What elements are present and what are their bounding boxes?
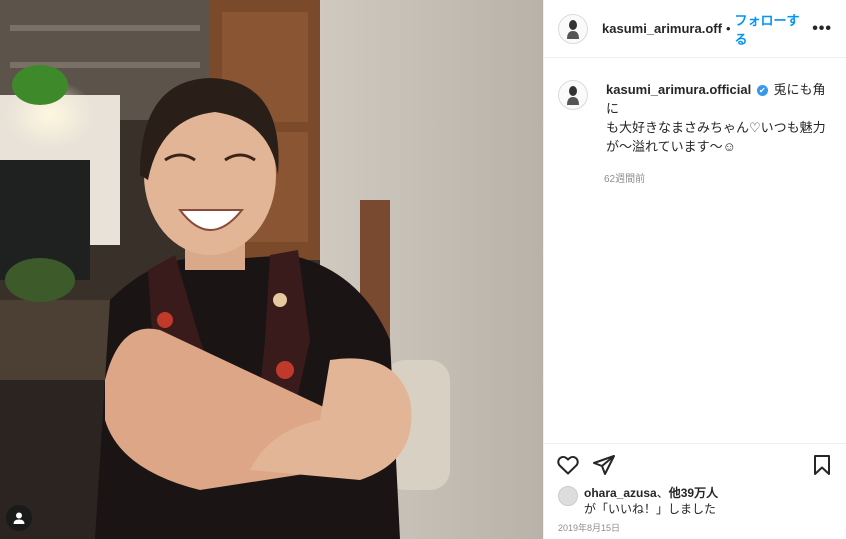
- verified-badge-icon: ✔: [756, 85, 768, 96]
- instagram-post: kasumi_arimura.off • フォローする ••• kasumi_a…: [0, 0, 846, 539]
- post-header: kasumi_arimura.off • フォローする •••: [544, 0, 846, 58]
- header-username[interactable]: kasumi_arimura.off: [602, 21, 722, 36]
- send-icon[interactable]: [592, 453, 616, 477]
- bookmark-icon[interactable]: [810, 453, 834, 477]
- separator-dot: •: [725, 21, 731, 36]
- likes-summary: ohara_azusa、他39万人 が「いいね！」しました: [544, 485, 846, 517]
- caption-text-line2: も大好きなまさみちゃん♡いつも魅力: [606, 120, 826, 135]
- post-date[interactable]: 2019年8月15日: [544, 517, 846, 539]
- avatar[interactable]: [558, 80, 588, 110]
- post-details-panel: kasumi_arimura.off • フォローする ••• kasumi_a…: [543, 0, 846, 539]
- caption-timestamp[interactable]: 62週間前: [604, 170, 832, 185]
- caption-body: kasumi_arimura.official ✔ 兎にも角に も大好きなまさみ…: [606, 80, 832, 156]
- user-tag-icon[interactable]: [6, 505, 32, 531]
- action-bar: [544, 443, 846, 485]
- likes-count[interactable]: 他39万人: [669, 486, 718, 500]
- caption: kasumi_arimura.official ✔ 兎にも角に も大好きなまさみ…: [558, 80, 832, 156]
- comments-section: kasumi_arimura.official ✔ 兎にも角に も大好きなまさみ…: [544, 58, 846, 443]
- caption-text-line3: が〜溢れています〜☺: [606, 139, 736, 154]
- avatar[interactable]: [558, 13, 588, 44]
- more-options-icon[interactable]: •••: [812, 20, 832, 38]
- likes-joiner: 、: [656, 486, 669, 500]
- photo-illustration: [0, 0, 543, 539]
- caption-username[interactable]: kasumi_arimura.official: [606, 82, 751, 97]
- likes-suffix: が「いいね！」しました: [584, 502, 717, 516]
- liker-username[interactable]: ohara_azusa: [584, 486, 657, 500]
- follow-button[interactable]: フォローする: [735, 10, 813, 48]
- avatar[interactable]: [558, 486, 578, 506]
- post-photo[interactable]: [0, 0, 543, 539]
- heart-icon[interactable]: [556, 453, 580, 477]
- likes-text: ohara_azusa、他39万人 が「いいね！」しました: [584, 485, 718, 517]
